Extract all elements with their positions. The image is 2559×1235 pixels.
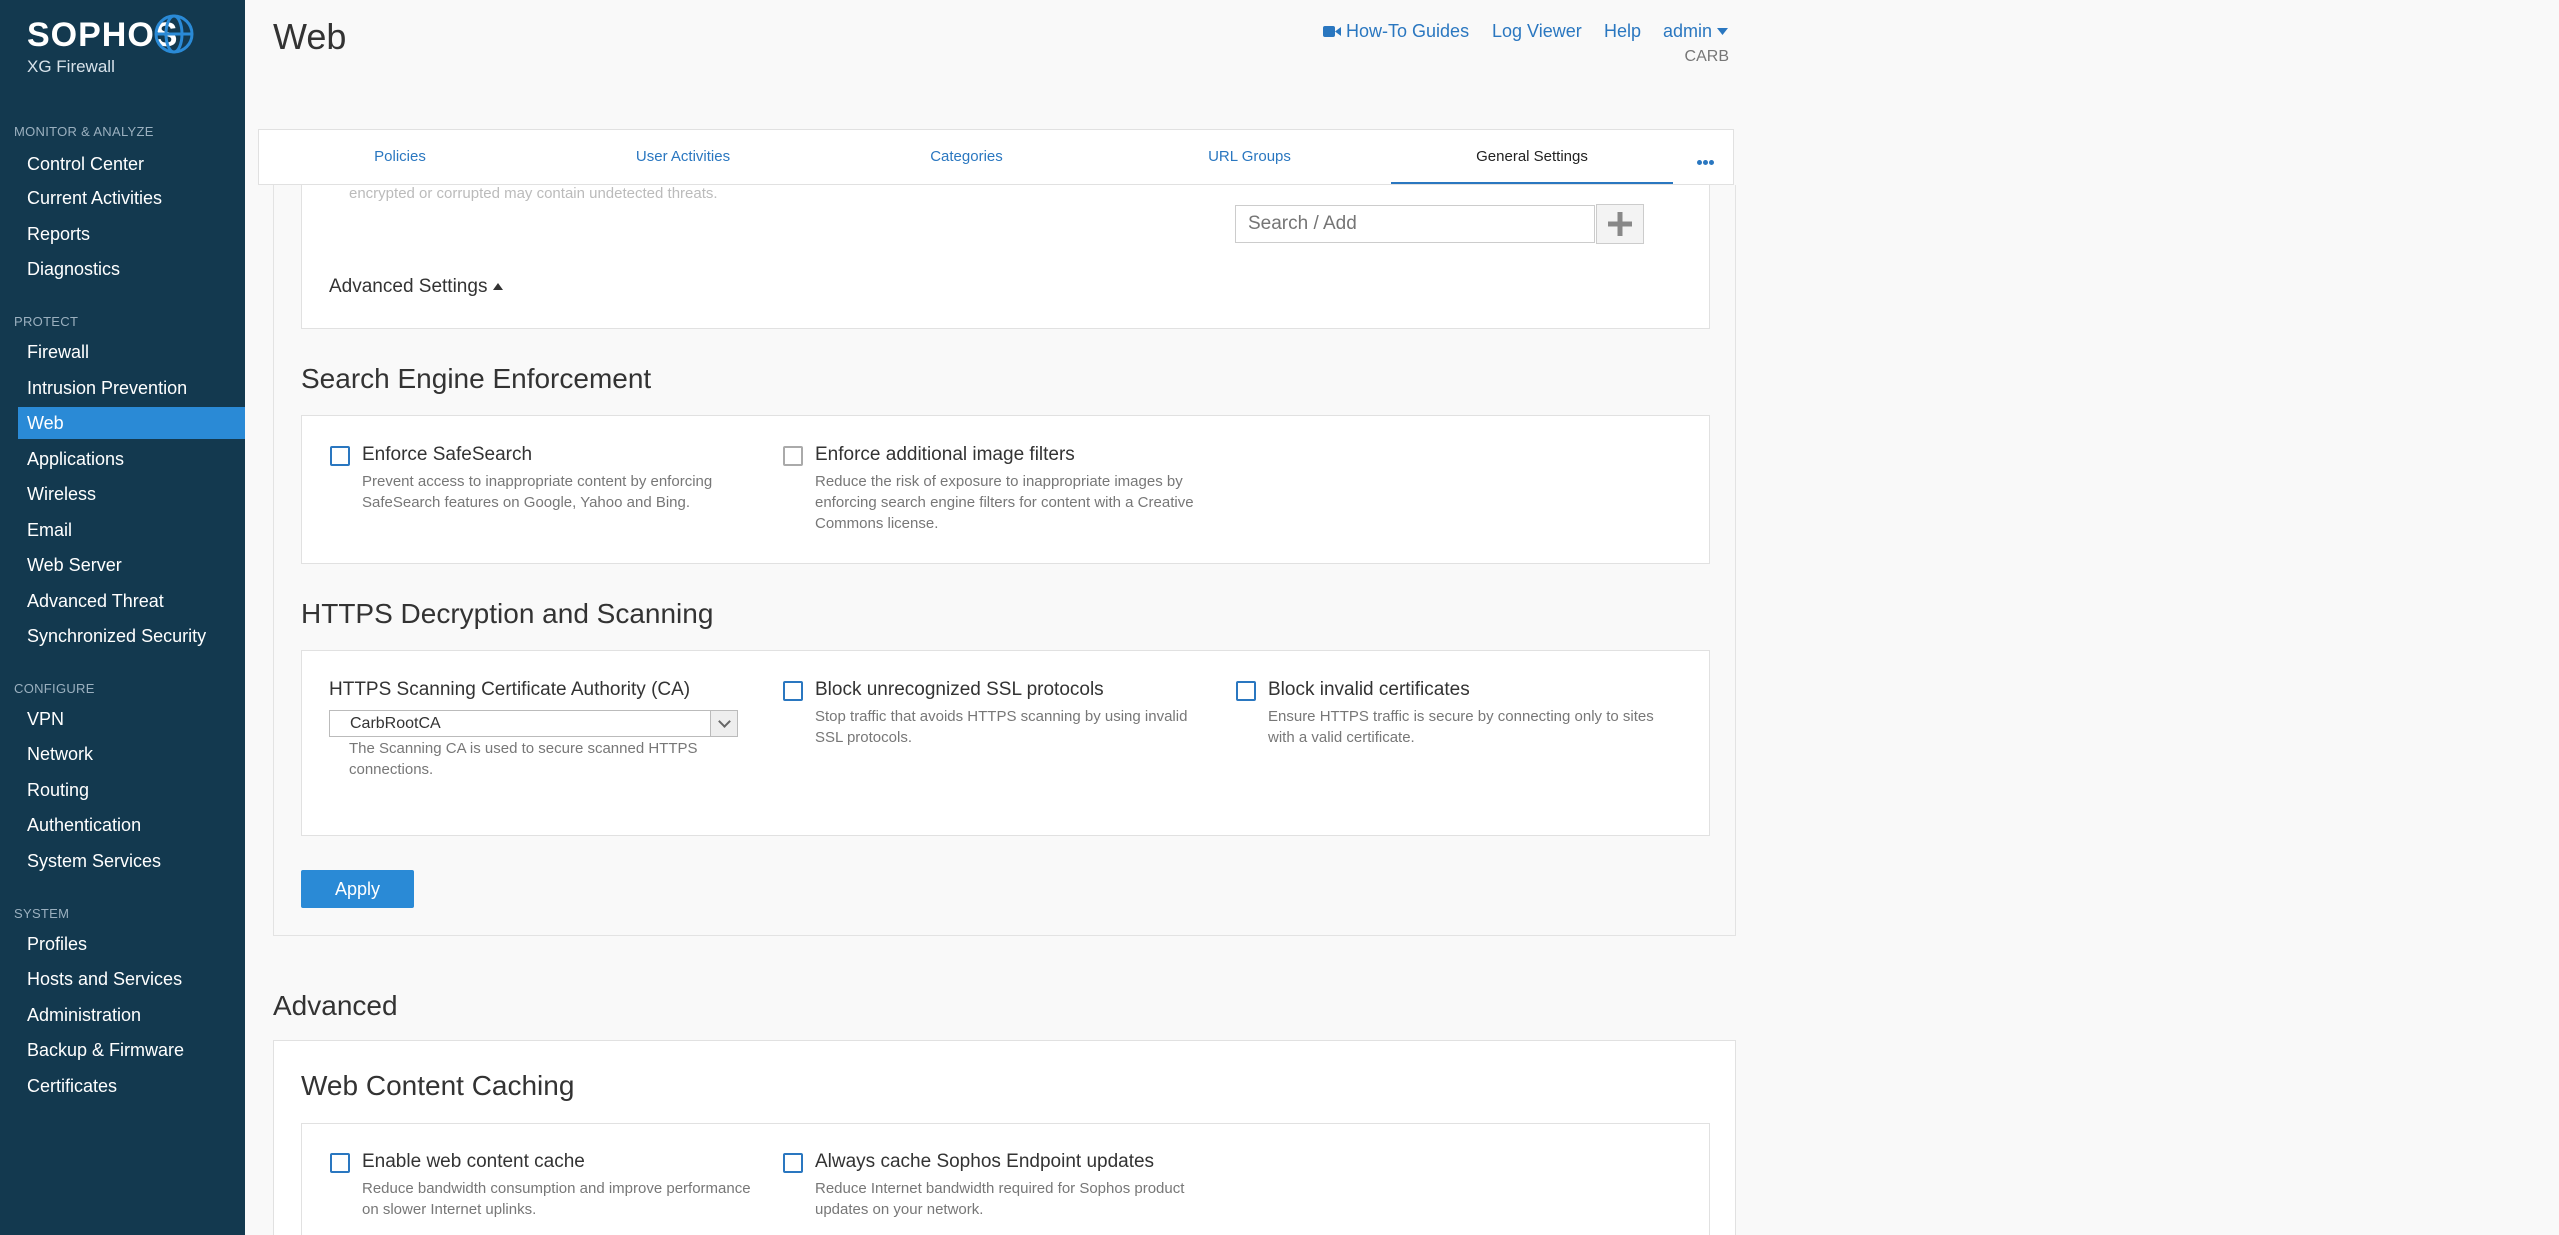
nav-item-routing[interactable]: Routing xyxy=(18,774,245,806)
nav-item-administration[interactable]: Administration xyxy=(18,999,245,1031)
desc-line: Reduce the risk of exposure to inappropr… xyxy=(815,473,1183,490)
nav-item-control-center[interactable]: Control Center xyxy=(18,148,245,180)
desc-line: Commons license. xyxy=(815,515,939,532)
nav-item-authentication[interactable]: Authentication xyxy=(18,809,245,841)
desc-line: with a valid certificate. xyxy=(1268,729,1415,746)
ca-desc: The Scanning CA is used to secure scanne… xyxy=(349,738,698,780)
device-name: CARB xyxy=(1684,48,1729,65)
tab-policies[interactable]: Policies xyxy=(259,130,541,184)
nav-item-web[interactable]: Web xyxy=(18,407,245,439)
nav-item-synchronized-security[interactable]: Synchronized Security xyxy=(18,620,245,652)
desc-line: Stop traffic that avoids HTTPS scanning … xyxy=(815,708,1188,725)
ca-select-value: CarbRootCA xyxy=(350,715,441,732)
endpoint-cache-label: Always cache Sophos Endpoint updates xyxy=(815,1151,1155,1172)
nav-item-reports[interactable]: Reports xyxy=(18,218,245,250)
search-engine-title: Search Engine Enforcement xyxy=(301,363,652,394)
more-tabs-icon[interactable] xyxy=(1697,152,1715,170)
nav-item-web-server[interactable]: Web Server xyxy=(18,549,245,581)
nav-item-certificates[interactable]: Certificates xyxy=(18,1070,245,1102)
enforce-safesearch-desc: Prevent access to inappropriate content … xyxy=(362,471,712,513)
nav-item-network[interactable]: Network xyxy=(18,738,245,770)
block-ssl-checkbox[interactable] xyxy=(783,681,803,701)
desc-line: updates on your network. xyxy=(815,1201,984,1218)
advanced-title: Advanced xyxy=(273,990,398,1021)
help-link[interactable]: Help xyxy=(1604,21,1641,42)
desc-line: connections. xyxy=(349,761,434,778)
enable-cache-label: Enable web content cache xyxy=(362,1151,585,1172)
nav-item-intrusion-prevention[interactable]: Intrusion Prevention xyxy=(18,372,245,404)
desc-line: Reduce bandwidth consumption and improve… xyxy=(362,1180,751,1197)
tab-general-settings[interactable]: General Settings xyxy=(1391,130,1673,184)
globe-icon xyxy=(154,14,194,54)
block-invalid-certs-label: Block invalid certificates xyxy=(1268,679,1470,700)
tab-user-activities[interactable]: User Activities xyxy=(541,130,825,184)
image-filters-desc: Reduce the risk of exposure to inappropr… xyxy=(815,471,1194,534)
ca-select[interactable]: CarbRootCA xyxy=(329,710,738,737)
caret-up-icon xyxy=(492,283,503,290)
nav-item-current-activities[interactable]: Current Activities xyxy=(18,182,245,214)
web-content-caching-title: Web Content Caching xyxy=(301,1070,575,1101)
nav-item-email[interactable]: Email xyxy=(18,514,245,546)
enforce-safesearch-label: Enforce SafeSearch xyxy=(362,444,533,465)
desc-line: Reduce Internet bandwidth required for S… xyxy=(815,1180,1185,1197)
admin-label: admin xyxy=(1663,21,1713,41)
advanced-settings-label: Advanced Settings xyxy=(329,276,488,297)
page-title: Web xyxy=(273,16,347,57)
nav-item-backup-firmware[interactable]: Backup & Firmware xyxy=(18,1034,245,1066)
desc-line: enforcing search engine filters for cont… xyxy=(815,494,1194,511)
nav-item-system-services[interactable]: System Services xyxy=(18,845,245,877)
image-filters-label: Enforce additional image filters xyxy=(815,444,1075,465)
endpoint-cache-checkbox[interactable] xyxy=(783,1153,803,1173)
nav-section-configure: CONFIGURE xyxy=(14,681,95,696)
desc-line: Ensure HTTPS traffic is secure by connec… xyxy=(1268,708,1654,725)
advanced-settings-toggle[interactable]: Advanced Settings xyxy=(329,276,503,298)
nav-item-advanced-threat[interactable]: Advanced Threat xyxy=(18,585,245,617)
product-name: XG Firewall xyxy=(27,57,115,76)
how-to-guides-link[interactable]: How-To Guides xyxy=(1323,21,1469,42)
desc-line: SafeSearch features on Google, Yahoo and… xyxy=(362,494,691,511)
nav-item-diagnostics[interactable]: Diagnostics xyxy=(18,253,245,285)
block-ssl-desc: Stop traffic that avoids HTTPS scanning … xyxy=(815,706,1187,748)
sidebar: SOPHOS XG Firewall MONITOR & ANALYZE Con… xyxy=(0,0,245,1235)
search-add-input[interactable] xyxy=(1235,205,1595,243)
enable-cache-desc: Reduce bandwidth consumption and improve… xyxy=(362,1178,751,1220)
apply-button[interactable]: Apply xyxy=(301,870,414,908)
how-to-guides-label: How-To Guides xyxy=(1346,21,1470,41)
tab-url-groups[interactable]: URL Groups xyxy=(1108,130,1391,184)
nav-item-firewall[interactable]: Firewall xyxy=(18,336,245,368)
endpoint-cache-desc: Reduce Internet bandwidth required for S… xyxy=(815,1178,1184,1220)
enable-cache-checkbox[interactable] xyxy=(330,1153,350,1173)
log-viewer-link[interactable]: Log Viewer xyxy=(1492,21,1582,42)
add-icon[interactable] xyxy=(1596,204,1644,244)
https-title: HTTPS Decryption and Scanning xyxy=(301,598,714,629)
desc-line: The Scanning CA is used to secure scanne… xyxy=(349,740,698,757)
caret-down-icon xyxy=(1717,28,1729,35)
tab-bar: Policies User Activities Categories URL … xyxy=(258,129,1734,185)
desc-line: Prevent access to inappropriate content … xyxy=(362,473,713,490)
tab-categories[interactable]: Categories xyxy=(825,130,1108,184)
nav-item-hosts-and-services[interactable]: Hosts and Services xyxy=(18,963,245,995)
nav-item-vpn[interactable]: VPN xyxy=(18,703,245,735)
block-ssl-label: Block unrecognized SSL protocols xyxy=(815,679,1104,700)
video-camera-icon xyxy=(1323,26,1341,37)
desc-line: on slower Internet uplinks. xyxy=(362,1201,537,1218)
ca-label: HTTPS Scanning Certificate Authority (CA… xyxy=(329,679,691,700)
block-invalid-certs-desc: Ensure HTTPS traffic is secure by connec… xyxy=(1268,706,1654,748)
block-invalid-certs-checkbox[interactable] xyxy=(1236,681,1256,701)
nav-section-protect: PROTECT xyxy=(14,314,79,329)
faded-description: encrypted or corrupted may contain undet… xyxy=(349,185,718,202)
nav-section-monitor: MONITOR & ANALYZE xyxy=(14,124,154,139)
chevron-down-icon xyxy=(710,711,737,736)
nav-item-wireless[interactable]: Wireless xyxy=(18,478,245,510)
nav-item-profiles[interactable]: Profiles xyxy=(18,928,245,960)
image-filters-checkbox[interactable] xyxy=(783,446,803,466)
desc-line: SSL protocols. xyxy=(815,729,912,746)
nav-item-applications[interactable]: Applications xyxy=(18,443,245,475)
nav-section-system: SYSTEM xyxy=(14,906,70,921)
enforce-safesearch-checkbox[interactable] xyxy=(330,446,350,466)
admin-menu[interactable]: admin xyxy=(1663,21,1729,42)
